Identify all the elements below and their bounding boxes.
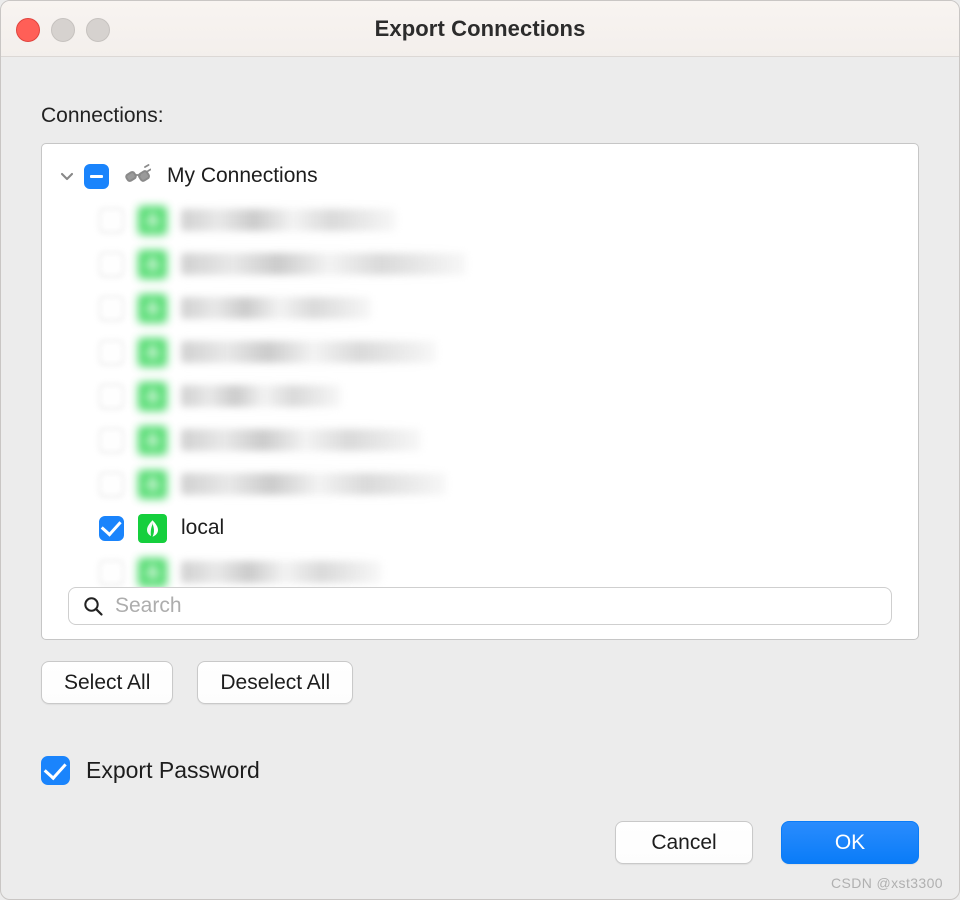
connection-name-redacted (181, 253, 466, 276)
mongodb-leaf-icon (138, 293, 167, 323)
connection-checkbox[interactable] (99, 251, 124, 277)
tree-row-connection[interactable] (42, 330, 918, 374)
root-checkbox[interactable] (84, 163, 109, 189)
connection-name-redacted (181, 473, 446, 496)
export-password-checkbox[interactable] (41, 756, 70, 786)
tree-row-connection[interactable] (42, 462, 918, 506)
connections-tree: My Connections local (42, 144, 918, 594)
search-field-wrapper[interactable]: Search (68, 587, 892, 626)
connection-checkbox[interactable] (99, 207, 124, 233)
connection-checkbox[interactable] (99, 295, 124, 321)
tree-row-connection[interactable]: local (42, 506, 918, 550)
connections-label: Connections: (41, 104, 164, 127)
selection-button-row: Select All Deselect All (41, 661, 919, 705)
ok-button[interactable]: OK (781, 820, 919, 864)
mongodb-leaf-icon (138, 337, 167, 367)
tree-row-root-label: My Connections (167, 164, 318, 188)
maximize-button[interactable] (86, 18, 110, 42)
connection-checkbox[interactable] (99, 427, 124, 453)
deselect-all-button[interactable]: Deselect All (197, 661, 354, 705)
checkbox-check-icon (100, 515, 122, 537)
cancel-button[interactable]: Cancel (615, 820, 753, 864)
connection-name-redacted (181, 561, 381, 584)
tree-row-connection[interactable] (42, 198, 918, 242)
minimize-button[interactable] (51, 18, 75, 42)
search-icon (81, 594, 105, 618)
mongodb-leaf-icon (138, 381, 167, 411)
connection-checkbox[interactable] (99, 471, 124, 497)
connection-name-redacted (181, 385, 341, 408)
watermark: CSDN @xst3300 (830, 875, 943, 891)
tree-row-connection[interactable] (42, 374, 918, 418)
connection-name-redacted (181, 429, 421, 452)
connection-name-redacted (181, 341, 436, 364)
dialog-action-bar: Cancel OK (615, 820, 919, 864)
window-titlebar: Export Connections (1, 1, 959, 57)
tree-row-connection[interactable] (42, 286, 918, 330)
export-password-label: Export Password (86, 757, 260, 784)
window-title: Export Connections (374, 15, 586, 41)
plug-icon (123, 162, 153, 190)
tree-row-connection[interactable] (42, 242, 918, 286)
dialog-content: Connections: My Connections local Search… (1, 57, 959, 899)
close-button[interactable] (16, 18, 40, 42)
export-password-row[interactable]: Export Password (41, 756, 919, 786)
connections-listbox[interactable]: My Connections local Search (41, 143, 919, 641)
checkbox-check-icon (43, 756, 67, 781)
mongodb-leaf-icon (138, 425, 167, 455)
connection-name-redacted (181, 297, 371, 320)
search-placeholder: Search (115, 594, 182, 618)
tree-children: local (42, 198, 918, 594)
connection-checkbox[interactable] (99, 515, 124, 541)
traffic-light-group (16, 18, 110, 42)
mongodb-leaf-icon (138, 205, 167, 235)
connection-name-redacted (181, 209, 396, 232)
mongodb-leaf-icon (138, 513, 167, 543)
connection-name-label: local (181, 516, 225, 540)
connection-checkbox[interactable] (99, 339, 124, 365)
select-all-button[interactable]: Select All (41, 661, 174, 705)
chevron-down-icon[interactable] (54, 163, 80, 189)
tree-row-root[interactable]: My Connections (42, 154, 918, 198)
search-field[interactable]: Search (68, 587, 892, 626)
mongodb-leaf-icon (138, 249, 167, 279)
connection-checkbox[interactable] (99, 559, 124, 585)
tree-row-connection[interactable] (42, 418, 918, 462)
export-connections-dialog: Export Connections Connections: My Conne… (0, 0, 960, 900)
mongodb-leaf-icon (138, 469, 167, 499)
mongodb-leaf-icon (138, 557, 167, 587)
connection-checkbox[interactable] (99, 383, 124, 409)
checkbox-dash-icon (90, 174, 103, 178)
